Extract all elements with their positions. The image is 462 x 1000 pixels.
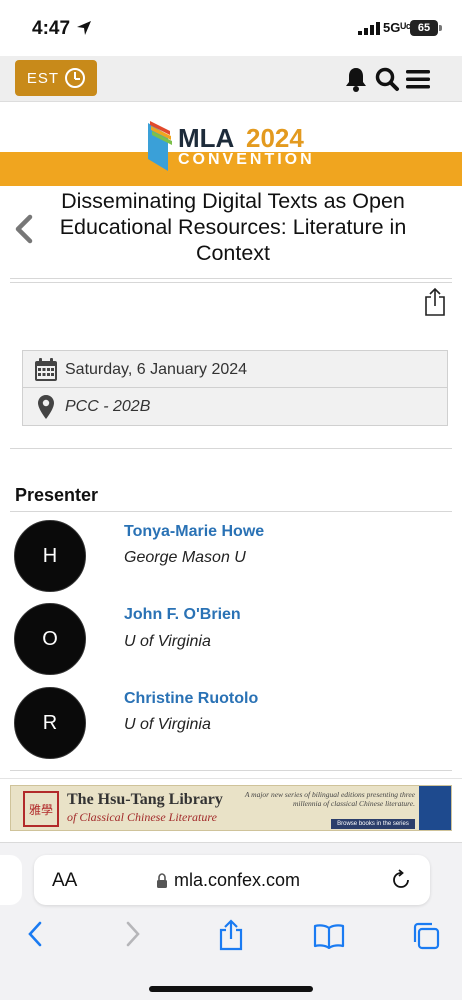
avatar[interactable]: O	[14, 603, 86, 675]
bookmarks-icon[interactable]	[313, 923, 345, 949]
status-bar: 4:47 5Gᵁᶜ 65	[0, 0, 462, 56]
ad-browse-button[interactable]: Browse books in the series	[331, 819, 415, 829]
mla-convention-logo[interactable]: MLA 2024 CONVENTION	[146, 121, 326, 175]
location-arrow-icon	[77, 21, 91, 35]
presenter-affiliation: George Mason U	[124, 549, 246, 566]
ad-title: The Hsu-Tang Library	[67, 791, 223, 808]
battery-tip	[439, 25, 442, 31]
clock-icon	[65, 68, 86, 88]
logo-convention-text: CONVENTION	[178, 151, 315, 168]
ad-tagline: A major new series of bilingual editions…	[244, 790, 415, 808]
presenter-heading: Presenter	[15, 485, 99, 505]
calendar-icon	[31, 357, 61, 382]
forward-icon[interactable]	[122, 919, 144, 949]
tabs-icon[interactable]	[411, 921, 441, 951]
divider	[10, 770, 452, 771]
book-pages-icon	[148, 121, 172, 171]
home-indicator	[149, 986, 313, 992]
share-sheet-icon[interactable]	[218, 919, 244, 951]
divider	[10, 278, 452, 279]
presenter-name-link[interactable]: Christine Ruotolo	[124, 690, 258, 708]
avatar[interactable]: R	[14, 687, 86, 759]
back-chevron-icon[interactable]	[12, 214, 36, 244]
browser-toolbar: AA mla.confex.com	[0, 842, 462, 1000]
session-location: PCC - 202B	[65, 398, 151, 415]
session-info-box: Saturday, 6 January 2024 PCC - 202B	[22, 350, 448, 426]
divider	[10, 282, 452, 283]
ad-subtitle: of Classical Chinese Literature	[67, 810, 217, 824]
timezone-label: EST	[26, 69, 60, 87]
presenter-affiliation: U of Virginia	[124, 716, 211, 733]
divider	[10, 448, 452, 449]
address-bar[interactable]: AA mla.confex.com	[34, 855, 430, 905]
seal-logo: 雅學	[23, 791, 59, 827]
presenter-affiliation: U of Virginia	[124, 633, 211, 650]
menu-icon[interactable]	[405, 66, 431, 92]
app-header: EST	[0, 56, 462, 102]
avatar[interactable]: H	[14, 520, 86, 592]
back-icon[interactable]	[24, 919, 46, 949]
presenter-name-link[interactable]: John F. O'Brien	[124, 606, 241, 624]
ad-cover-image	[419, 786, 451, 830]
logo-year-text: 2024	[246, 123, 304, 153]
signal-icon	[358, 22, 380, 35]
session-title: Disseminating Digital Texts as Open Educ…	[59, 189, 407, 265]
previous-tab-preview[interactable]	[0, 855, 22, 905]
divider	[10, 511, 452, 512]
session-date: Saturday, 6 January 2024	[65, 360, 248, 378]
share-icon[interactable]	[424, 287, 446, 317]
timezone-button[interactable]: EST	[15, 60, 97, 96]
bell-icon[interactable]	[343, 66, 369, 92]
network-label: 5Gᵁᶜ	[383, 20, 411, 35]
text-size-button[interactable]: AA	[52, 870, 77, 892]
map-pin-icon	[31, 395, 61, 419]
ad-area: 雅學 The Hsu-Tang Library of Classical Chi…	[0, 778, 462, 842]
hsu-tang-library-ad[interactable]: 雅學 The Hsu-Tang Library of Classical Chi…	[10, 785, 452, 831]
search-icon[interactable]	[374, 66, 400, 92]
date-row: Saturday, 6 January 2024	[23, 352, 447, 388]
url-text: mla.confex.com	[174, 870, 301, 890]
status-time: 4:47	[32, 18, 71, 39]
reload-icon[interactable]	[390, 869, 412, 891]
battery-icon: 65	[410, 20, 438, 36]
logo-mla-text: MLA	[178, 123, 235, 153]
location-row: PCC - 202B	[23, 389, 447, 425]
lock-icon	[157, 873, 167, 888]
presenter-name-link[interactable]: Tonya-Marie Howe	[124, 523, 264, 541]
